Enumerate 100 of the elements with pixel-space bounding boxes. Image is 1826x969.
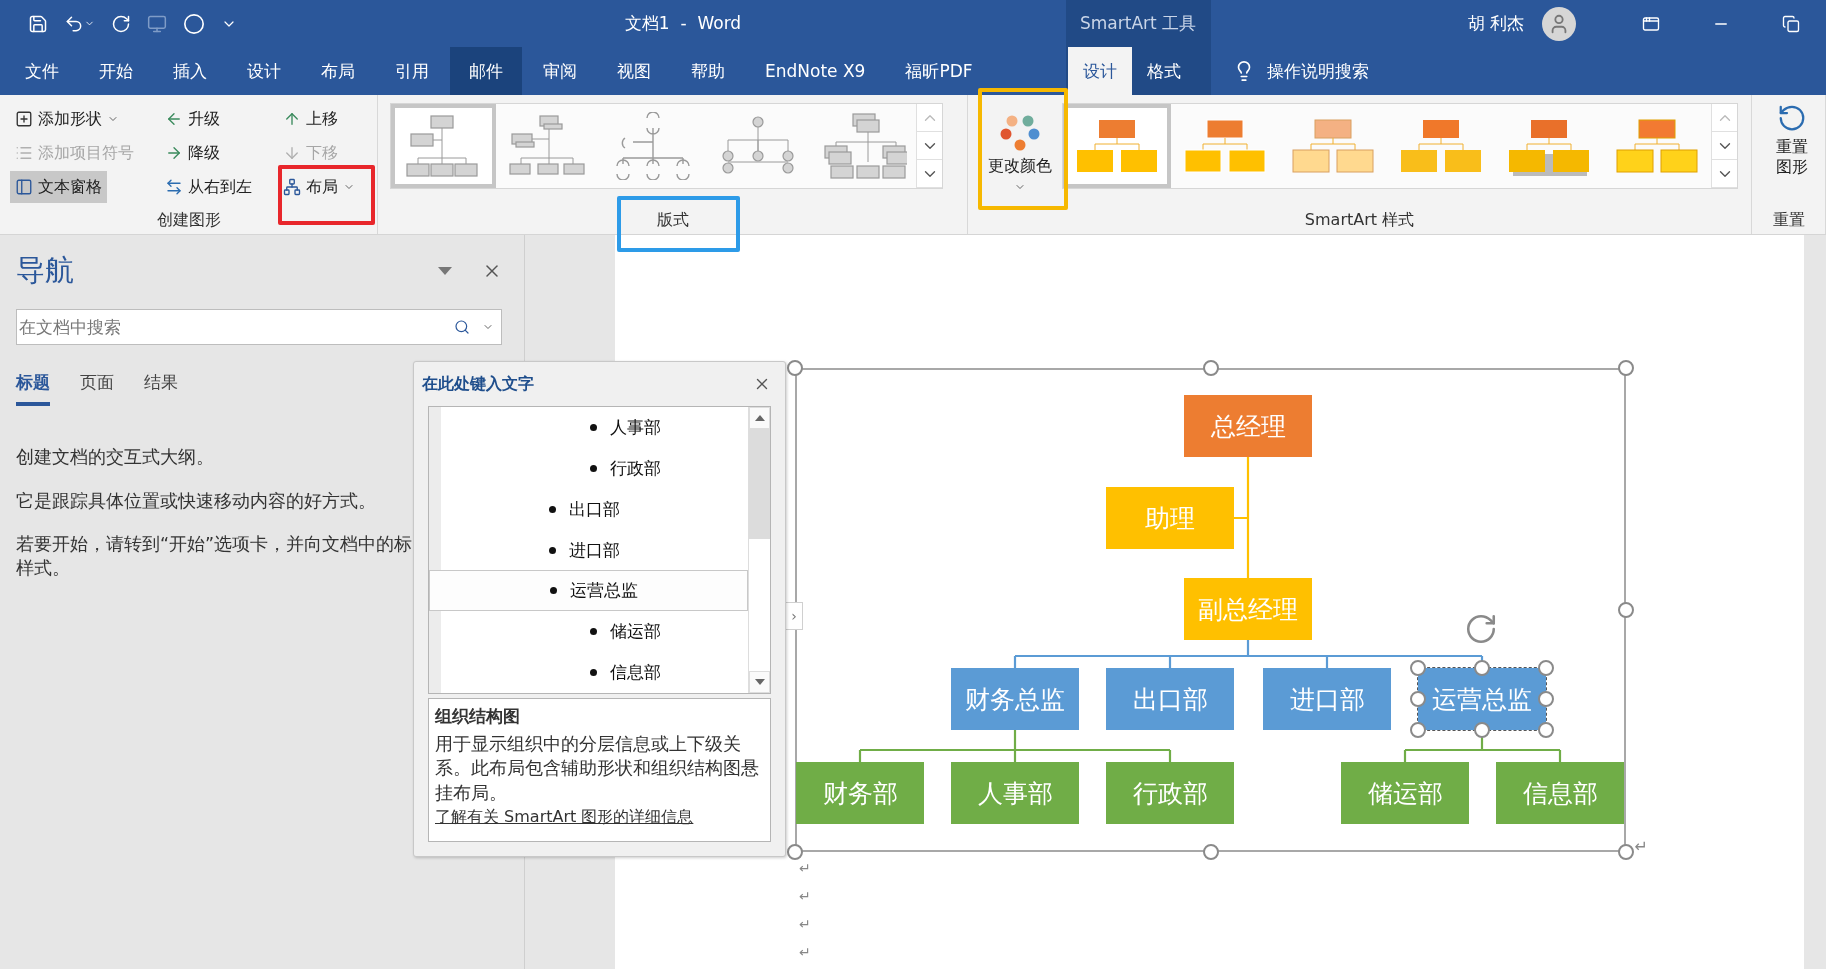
ribbon-tab[interactable]: 布局 [302, 47, 374, 95]
resize-handle[interactable] [1538, 722, 1554, 738]
ribbon-tab[interactable]: 开始 [80, 47, 152, 95]
group-label: SmartArt 样式 [1303, 209, 1416, 231]
reset-graphic-button[interactable]: 重置图形 [1762, 103, 1822, 177]
learn-more-link[interactable]: 了解有关 SmartArt 图形的详细信息 [435, 806, 766, 828]
resize-handle[interactable] [1474, 660, 1490, 676]
text-pane-title: 在此处键入文字 [422, 373, 535, 395]
pane-tab[interactable]: 标题 [16, 371, 50, 406]
search-field[interactable]: 在文档中搜索 [16, 309, 502, 345]
text-pane-icon [15, 178, 33, 196]
paragraph-mark: ↵ [799, 859, 811, 878]
scroll-down-icon[interactable] [754, 679, 765, 685]
outline-item[interactable]: 运营总监 [429, 570, 748, 612]
change-colors-button[interactable]: 更改颜色 [978, 103, 1062, 203]
swap-arrows-icon [165, 178, 183, 196]
outline-item[interactable]: 信息部 [441, 652, 748, 693]
ribbon-command[interactable]: 上移 [278, 103, 343, 135]
circle-icon[interactable] [183, 12, 205, 35]
save-icon[interactable] [28, 13, 48, 34]
ribbon-display-icon[interactable] [1642, 14, 1660, 33]
ribbon-tab[interactable]: 视图 [598, 47, 670, 95]
dropdown-icon[interactable] [438, 267, 452, 275]
ribbon-tab[interactable]: 设计 [1068, 47, 1132, 95]
ribbon-tab[interactable]: 帮助 [672, 47, 744, 95]
ribbon-command[interactable]: 从右到左 [160, 171, 257, 203]
restore-icon[interactable] [1782, 14, 1800, 33]
help-text: 若要开始，请转到“开始”选项卡，并向文档中的标 样式。 [16, 533, 414, 580]
bullet-icon [550, 587, 557, 595]
bullet-icon [590, 628, 597, 636]
down-arrow-icon [283, 144, 301, 162]
resize-handle[interactable] [1202, 844, 1219, 860]
rotate-handle-icon[interactable] [1464, 612, 1498, 646]
right-arrow-icon [165, 144, 183, 162]
resize-handle[interactable] [787, 844, 803, 860]
user-name: 胡 利杰 [1467, 12, 1524, 35]
touch-mode-icon[interactable] [147, 13, 167, 34]
resize-handle[interactable] [1538, 691, 1554, 707]
scrollbar-thumb[interactable] [749, 429, 770, 539]
resize-handle[interactable] [1618, 360, 1634, 376]
add-shape-icon [15, 110, 33, 128]
paragraph-mark: ↵ [799, 915, 811, 934]
outline-item[interactable]: 进口部 [441, 529, 748, 571]
pane-tab[interactable]: 结果 [144, 371, 178, 406]
info-description: 用于显示组织中的分层信息或上下级关系。此布局包含辅助形状和组织结构图悬挂布局。 [435, 732, 760, 805]
ribbon-tab[interactable]: 插入 [154, 47, 226, 95]
paragraph-mark: ↵ [1634, 837, 1648, 856]
resize-handle[interactable] [1410, 660, 1426, 676]
info-title: 组织结构图 [435, 705, 521, 728]
tell-me-search[interactable]: 操作说明搜索 [1267, 59, 1369, 83]
paragraph-mark: ↵ [799, 887, 811, 906]
resize-handle[interactable] [787, 360, 803, 376]
ribbon-command[interactable]: 文本窗格 [10, 171, 107, 203]
ribbon-command[interactable]: 升级 [160, 103, 225, 135]
resize-handle[interactable] [1538, 660, 1554, 676]
resize-handle[interactable] [1410, 722, 1426, 738]
bullet-icon [590, 423, 597, 431]
ribbon-command[interactable]: 布局 [278, 171, 360, 203]
outline-item[interactable]: 行政部 [441, 447, 748, 489]
ribbon-tab[interactable]: 邮件 [450, 47, 522, 95]
resize-handle[interactable] [1474, 722, 1490, 738]
pane-tab[interactable]: 页面 [80, 371, 114, 406]
pane-title: 导航 [16, 252, 75, 289]
avatar[interactable] [1542, 6, 1576, 41]
ribbon-tab[interactable]: 引用 [376, 47, 448, 95]
layout-option[interactable] [391, 104, 496, 188]
style-option[interactable] [1063, 104, 1171, 188]
outline-item[interactable]: 储运部 [441, 611, 748, 653]
search-icon[interactable] [454, 319, 470, 335]
resize-handle[interactable] [1618, 844, 1634, 860]
paragraph-mark: ↵ [799, 943, 811, 962]
resize-handle[interactable] [1202, 360, 1219, 376]
bullet-icon [549, 546, 556, 554]
resize-handle[interactable] [1618, 602, 1634, 618]
context-label: SmartArt 工具 [1080, 12, 1197, 35]
window-title: 文档1 - Word [624, 12, 742, 35]
redo-icon[interactable] [111, 13, 131, 34]
ribbon-tab[interactable]: EndNote X9 [746, 47, 885, 95]
help-text: 它是跟踪具体位置或快速移动内容的好方式。 [16, 489, 377, 513]
group-label: 重置 [1771, 209, 1806, 231]
bullet-icon [549, 505, 556, 513]
hierarchy-icon [283, 178, 301, 196]
ribbon-command[interactable]: 降级 [160, 137, 225, 169]
ribbon-tab[interactable]: 文件 [6, 47, 78, 95]
resize-handle[interactable] [1410, 691, 1426, 707]
color-dots-icon [1000, 113, 1040, 152]
bullet-icon [590, 464, 597, 472]
bullet-icon [590, 669, 597, 677]
ribbon-tab[interactable]: 福昕PDF [886, 47, 992, 95]
scroll-up-icon[interactable] [754, 415, 765, 421]
ribbon-command[interactable]: 添加形状 [10, 103, 124, 135]
bullet-list-icon [15, 144, 33, 162]
help-text: 创建文档的交互式大纲。 [16, 446, 215, 469]
ribbon-tab[interactable]: 设计 [228, 47, 300, 95]
outline-item[interactable]: 出口部 [441, 488, 748, 530]
group-label: 创建图形 [155, 209, 222, 231]
ribbon-tab[interactable]: 格式 [1132, 47, 1196, 95]
outline-item[interactable]: 人事部 [441, 407, 748, 448]
group-label: 版式 [655, 209, 690, 231]
ribbon-tab[interactable]: 审阅 [524, 47, 596, 95]
